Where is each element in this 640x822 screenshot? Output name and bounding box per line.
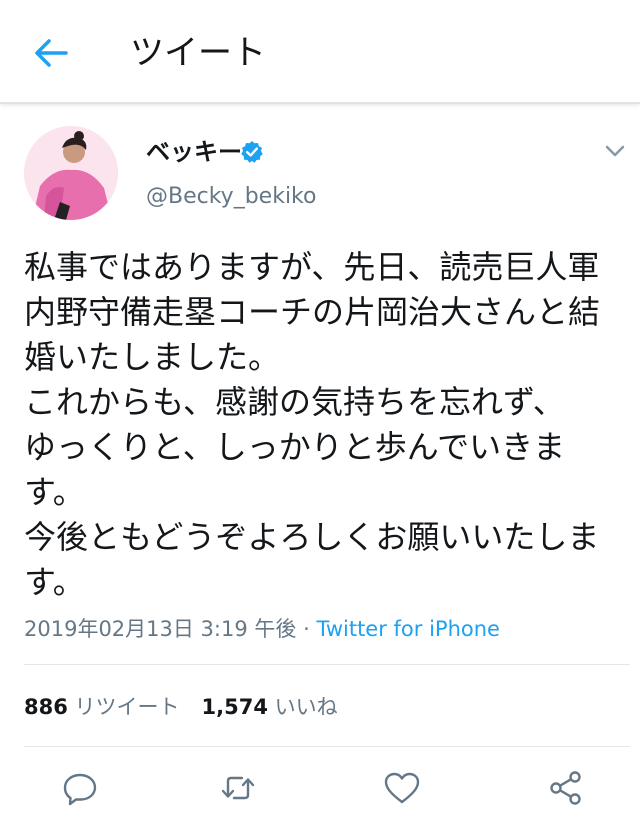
retweet-count: 886 <box>24 695 68 719</box>
tweet-text-line: す。 <box>24 474 85 510</box>
like-count: 1,574 <box>201 695 268 719</box>
tweet-text-line: 私事ではありますが、先日、読売巨人軍 <box>24 249 600 285</box>
avatar[interactable] <box>24 126 118 220</box>
meta-separator: · <box>303 617 310 641</box>
tweet-text-line: 婚いたしました。 <box>24 339 281 375</box>
retweet-icon <box>221 776 255 800</box>
divider <box>24 746 630 747</box>
tweet-stats: 886 リツイート 1,574 いいね <box>24 692 338 722</box>
like-stat[interactable]: 1,574 いいね <box>202 695 338 719</box>
retweet-label: リツイート <box>74 695 180 719</box>
share-button[interactable] <box>546 768 586 808</box>
tweet-menu-button[interactable] <box>600 140 630 162</box>
verified-badge-icon <box>240 140 264 164</box>
tweet-text-line: 今後ともどうぞよろしくお願いいたしま <box>24 519 600 555</box>
tweet-text: 私事ではありますが、先日、読売巨人軍 内野守備走塁コーチの片岡治大さんと結 婚い… <box>24 245 630 605</box>
back-button[interactable] <box>28 32 74 74</box>
timestamp[interactable]: 2019年02月13日 3:19 午後 <box>24 617 296 641</box>
page-title: ツイート <box>130 33 266 73</box>
tweet-source-link[interactable]: Twitter for iPhone <box>316 617 500 641</box>
retweet-stat[interactable]: 886 リツイート <box>24 695 180 719</box>
reply-icon <box>63 773 97 806</box>
heart-icon <box>384 772 420 804</box>
tweet-meta: 2019年02月13日 3:19 午後 · Twitter for iPhone <box>24 614 500 644</box>
tweet-text-line: す。 <box>24 564 85 600</box>
avatar-image <box>24 126 118 220</box>
app-header: ツイート <box>0 0 640 104</box>
like-button[interactable] <box>382 768 422 808</box>
share-icon <box>550 771 581 805</box>
divider <box>24 664 630 665</box>
tweet-text-line: これからも、感謝の気持ちを忘れず、 <box>24 384 565 420</box>
tweet-text-line: 内野守備走塁コーチの片岡治大さんと結 <box>24 294 601 330</box>
user-handle[interactable]: @Becky_bekiko <box>146 182 316 212</box>
display-name[interactable]: ベッキー <box>146 136 242 168</box>
chevron-down-icon <box>605 145 625 157</box>
like-label: いいね <box>274 695 338 719</box>
arrow-left-icon <box>35 39 68 67</box>
reply-button[interactable] <box>60 768 100 808</box>
tweet-text-line: ゆっくりと、しっかりと歩んでいきま <box>24 429 566 465</box>
retweet-button[interactable] <box>218 768 258 808</box>
